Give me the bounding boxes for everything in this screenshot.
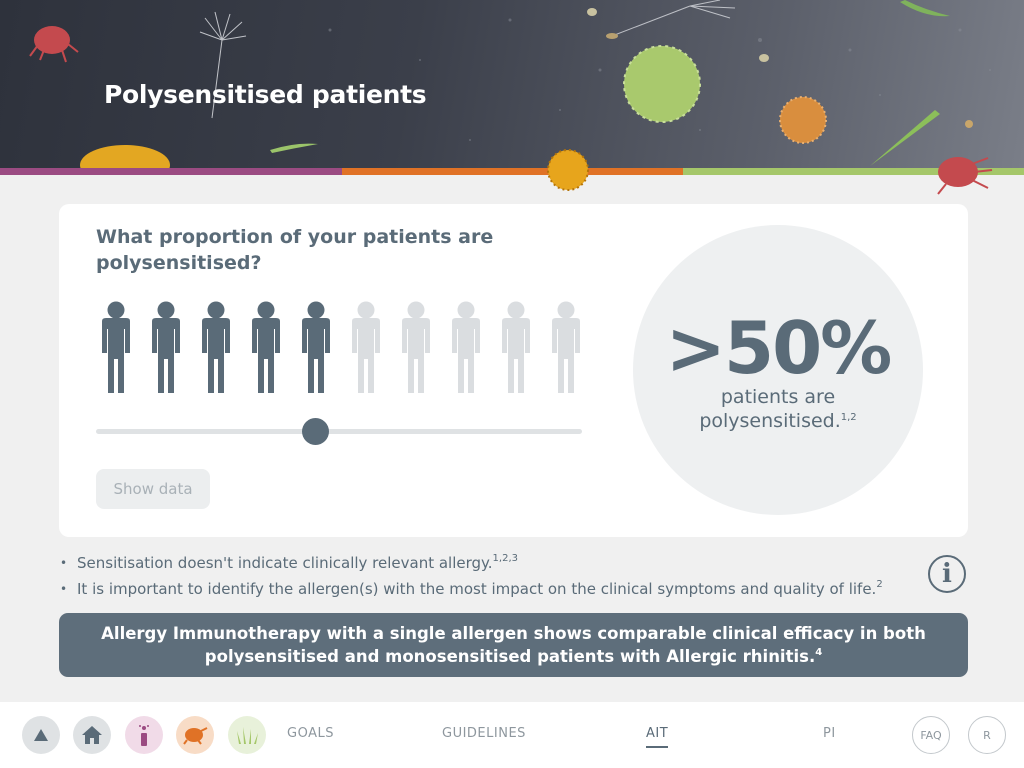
bullet-refs: 1,2,3 — [492, 553, 518, 564]
dust-mite-illustration — [29, 26, 79, 63]
question-text: What proportion of your patients are pol… — [96, 226, 494, 274]
color-bar-orange — [342, 168, 683, 175]
patient-figures — [97, 301, 585, 395]
banner-line-1: Allergy Immunotherapy with a single alle… — [101, 624, 926, 643]
person-icon-inactive — [452, 301, 480, 393]
caption-line-2: polysensitised. — [699, 410, 841, 432]
poll-card: What proportion of your patients are pol… — [59, 204, 968, 537]
list-item: Sensitisation doesn't indicate clinicall… — [60, 550, 900, 576]
person-icon-inactive — [352, 301, 380, 393]
page-title: Polysensitised patients — [104, 80, 427, 109]
caption-line-1: patients are — [720, 386, 836, 408]
person-icon-active — [152, 301, 180, 393]
person-icon-inactive — [402, 301, 430, 393]
tree-pollen-icon[interactable] — [125, 716, 163, 754]
dust-mite-icon — [937, 157, 993, 195]
banner-refs: 4 — [815, 647, 823, 658]
slider-track[interactable] — [96, 429, 582, 434]
key-message-banner: Allergy Immunotherapy with a single alle… — [59, 613, 968, 677]
person-icon-inactive — [502, 301, 530, 393]
slider-thumb[interactable] — [301, 418, 329, 445]
nav-guidelines[interactable]: GUIDELINES — [442, 726, 526, 741]
bullet-text: Sensitisation doesn't indicate clinicall… — [77, 554, 493, 572]
dust-mite-icon[interactable] — [176, 716, 214, 754]
home-icon[interactable] — [73, 716, 111, 754]
r-button[interactable]: R — [968, 716, 1006, 754]
bullet-text: It is important to identify the allergen… — [77, 580, 877, 598]
nav-pi[interactable]: PI — [823, 726, 836, 741]
person-icon-active — [302, 301, 330, 393]
nav-ait[interactable]: AIT — [646, 726, 669, 748]
person-icon-inactive — [552, 301, 580, 393]
list-item: It is important to identify the allergen… — [60, 576, 900, 602]
result-circle: >50% patients are polysensitised.1,2 — [633, 225, 923, 515]
person-icon-active — [202, 301, 230, 393]
orange-pollen-icon — [547, 149, 589, 191]
footer-nav: GOALS GUIDELINES AIT PI FAQ R — [0, 702, 1024, 768]
header-banner: Polysensitised patients — [0, 0, 1024, 168]
bullet-refs: 2 — [876, 579, 883, 590]
info-icon[interactable]: i — [928, 555, 966, 593]
banner-line-2: polysensitised and monosensitised patien… — [204, 647, 816, 666]
key-points-list: Sensitisation doesn't indicate clinicall… — [60, 550, 900, 602]
show-data-button[interactable]: Show data — [96, 469, 210, 509]
faq-button[interactable]: FAQ — [912, 716, 950, 754]
grass-icon[interactable] — [228, 716, 266, 754]
caption-refs: 1,2 — [840, 412, 857, 423]
result-percentage: >50% — [665, 306, 893, 390]
proportion-slider[interactable] — [96, 416, 582, 446]
person-icon-active — [252, 301, 280, 393]
person-icon-active — [102, 301, 130, 393]
color-bar-purple — [0, 168, 342, 175]
up-arrow-icon[interactable] — [22, 716, 60, 754]
nav-goals[interactable]: GOALS — [287, 726, 334, 741]
result-caption: patients are polysensitised.1,2 — [633, 385, 923, 433]
